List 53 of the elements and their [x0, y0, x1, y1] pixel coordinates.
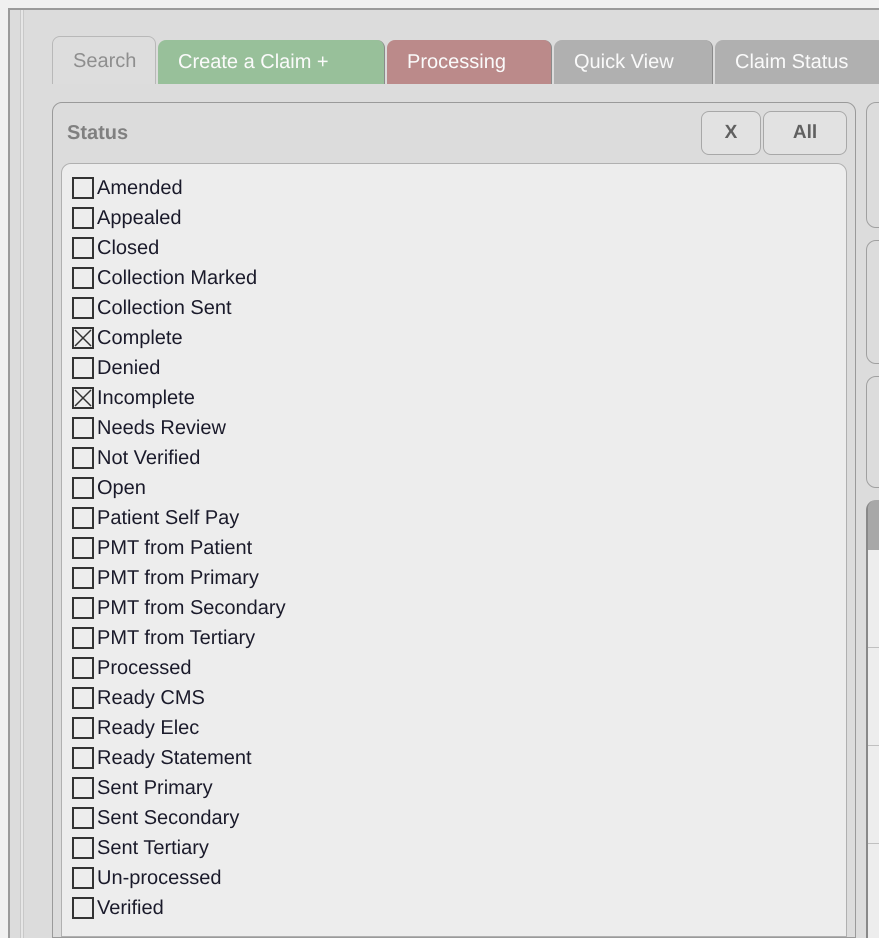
checkbox[interactable] [72, 867, 94, 889]
checkbox[interactable] [72, 597, 94, 619]
status-option[interactable]: Ready Statement [97, 743, 252, 773]
checkbox[interactable] [72, 177, 94, 199]
checkbox[interactable] [72, 837, 94, 859]
checkbox[interactable] [72, 387, 94, 409]
status-option[interactable]: PMT from Primary [97, 563, 259, 593]
status-option[interactable]: Processed [97, 653, 192, 683]
checkbox[interactable] [72, 327, 94, 349]
status-option[interactable]: Not Verified [97, 443, 200, 473]
checkbox[interactable] [72, 687, 94, 709]
checkbox[interactable] [72, 447, 94, 469]
status-option[interactable]: Denied [97, 353, 160, 383]
clear-button[interactable]: X [701, 111, 761, 155]
status-option[interactable]: PMT from Secondary [97, 593, 286, 623]
status-option[interactable]: Collection Sent [97, 293, 232, 323]
status-option[interactable]: Sent Secondary [97, 803, 240, 833]
checkbox[interactable] [72, 627, 94, 649]
checkbox[interactable] [72, 897, 94, 919]
status-option[interactable]: Open [97, 473, 146, 503]
checkbox[interactable] [72, 417, 94, 439]
status-option[interactable]: Ready Elec [97, 713, 200, 743]
status-option[interactable]: PMT from Tertiary [97, 623, 256, 653]
checkbox[interactable] [72, 567, 94, 589]
checkbox[interactable] [72, 477, 94, 499]
checkbox[interactable] [72, 357, 94, 379]
checkbox[interactable] [72, 717, 94, 739]
status-option[interactable]: Appealed [97, 203, 182, 233]
checkbox[interactable] [72, 537, 94, 559]
panel-title: Status [67, 121, 128, 146]
status-option[interactable]: Un-processed [97, 863, 222, 893]
select-all-button[interactable]: All [763, 111, 847, 155]
checkbox[interactable] [72, 237, 94, 259]
status-option[interactable]: Amended [97, 173, 183, 203]
status-option[interactable]: Sent Primary [97, 773, 213, 803]
status-option[interactable]: Closed [97, 233, 160, 263]
status-option[interactable]: Needs Review [97, 413, 226, 443]
checkbox[interactable] [72, 807, 94, 829]
checkbox[interactable] [72, 657, 94, 679]
status-option[interactable]: Sent Tertiary [97, 833, 209, 863]
status-option[interactable]: Complete [97, 323, 183, 353]
checkbox[interactable] [72, 507, 94, 529]
status-option[interactable]: Verified [97, 893, 164, 923]
checkbox[interactable] [72, 207, 94, 229]
status-option[interactable]: Patient Self Pay [97, 503, 240, 533]
status-option[interactable]: Ready CMS [97, 683, 205, 713]
checkbox[interactable] [72, 267, 94, 289]
checkbox[interactable] [72, 777, 94, 799]
checkbox[interactable] [72, 297, 94, 319]
status-option[interactable]: Collection Marked [97, 263, 258, 293]
status-option[interactable]: PMT from Patient [97, 533, 252, 563]
status-option[interactable]: Incomplete [97, 383, 195, 413]
checkbox[interactable] [72, 747, 94, 769]
